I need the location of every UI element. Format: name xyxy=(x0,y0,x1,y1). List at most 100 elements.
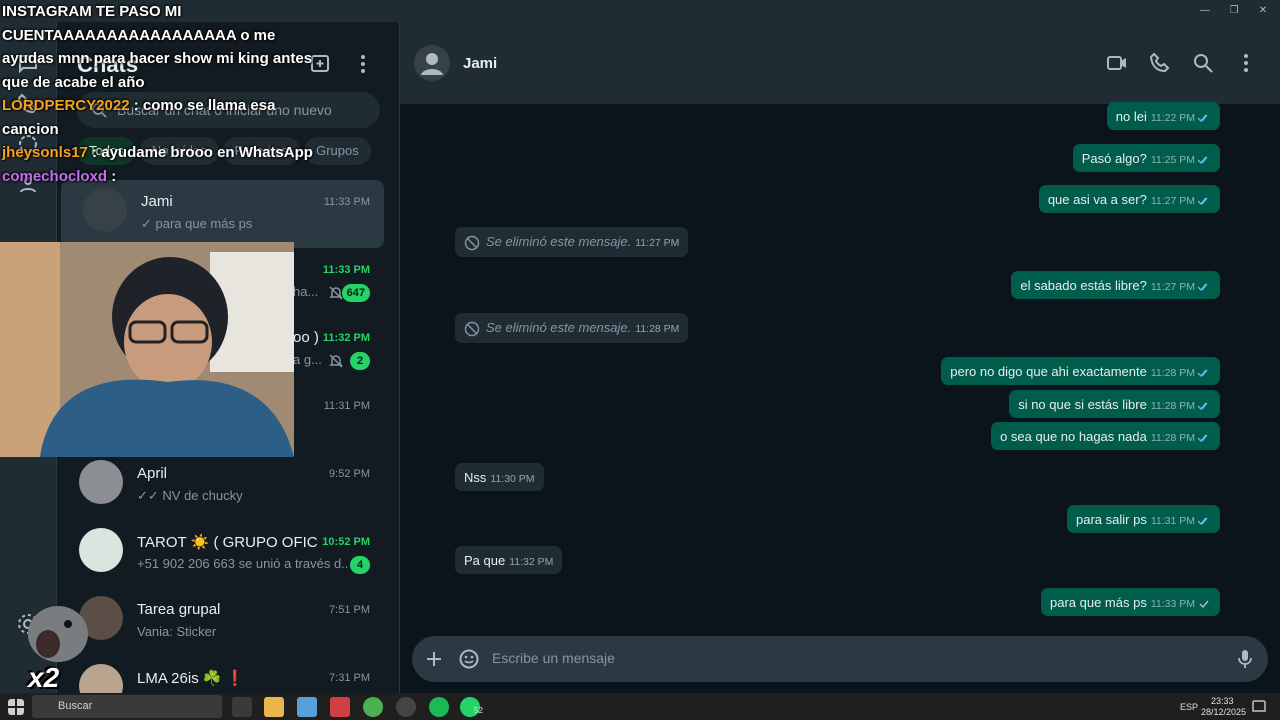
chat-row-lma[interactable]: LMA 26is ☘️ ❗ 7:31 PM xyxy=(57,656,400,693)
clock-date[interactable]: 28/12/2025 xyxy=(1201,707,1246,717)
conversation-menu-icon[interactable] xyxy=(1235,52,1257,74)
message-bubble[interactable]: Se eliminó este mensaje. 11:28 PM xyxy=(455,313,689,343)
windows-taskbar: Buscar 52 ESP 23:33 28/12/2025 xyxy=(0,693,1280,720)
chat-time: 9:52 PM xyxy=(329,468,370,480)
read-ticks-icon xyxy=(1197,197,1208,205)
contact-name[interactable]: Jami xyxy=(463,55,497,72)
overlay-username: comechocloxd xyxy=(2,167,108,185)
message-text: no lei xyxy=(1115,109,1147,124)
message-time: 11:31 PM xyxy=(1150,515,1195,527)
default-avatar-icon xyxy=(421,53,443,75)
overlay-message: comechocloxd : xyxy=(2,165,322,189)
menu-kebab-icon[interactable] xyxy=(351,52,375,76)
message-text: o sea que no hagas nada xyxy=(1000,429,1147,444)
message-bubble[interactable]: el sabado estás libre? 11:27 PM xyxy=(1011,271,1220,299)
message-composer[interactable]: Escribe un mensaje xyxy=(412,636,1268,682)
message-time: 11:27 PM xyxy=(635,237,680,249)
sticker-emoji-icon[interactable] xyxy=(458,648,480,670)
voice-call-icon[interactable] xyxy=(1149,52,1171,74)
chat-time: 10:52 PM xyxy=(322,536,370,548)
attach-plus-icon[interactable] xyxy=(424,649,444,669)
video-call-icon[interactable] xyxy=(1106,52,1128,74)
taskbar-search[interactable]: Buscar xyxy=(32,695,222,718)
file-explorer-icon[interactable] xyxy=(264,697,284,717)
chat-preview: Vania: Sticker xyxy=(137,624,217,639)
message-time: 11:28 PM xyxy=(1150,367,1195,379)
unread-badge: 647 xyxy=(341,284,370,302)
message-bubble[interactable]: o sea que no hagas nada 11:28 PM xyxy=(991,422,1220,450)
avatar xyxy=(79,460,123,504)
chat-preview: a g... xyxy=(293,352,322,367)
chat-row-april[interactable]: April 9:52 PM ✓✓ NV de chucky xyxy=(57,452,400,520)
windows-start-icon[interactable] xyxy=(8,699,24,715)
app-icon[interactable] xyxy=(330,697,350,717)
overlay-text: : xyxy=(107,167,117,185)
minimize-button[interactable]: — xyxy=(1190,2,1220,20)
message-input-placeholder[interactable]: Escribe un mensaje xyxy=(492,650,615,666)
chat-time: 11:32 PM xyxy=(322,332,370,344)
message-bubble[interactable]: si no que si estás libre 11:28 PM xyxy=(1009,390,1220,418)
spotify-icon[interactable] xyxy=(429,697,449,717)
overlay-message: LORDPERCY2022 : como se llama esa cancio… xyxy=(2,94,322,141)
read-ticks-icon xyxy=(1197,114,1208,122)
chat-name: LMA 26is ☘️ ❗ xyxy=(137,670,245,687)
message-bubble[interactable]: para salir ps 11:31 PM xyxy=(1067,505,1220,533)
chat-preview: ✓ para que más ps xyxy=(141,216,253,231)
emote-overlay: x2 xyxy=(14,600,90,696)
chat-row-tarot[interactable]: TAROT ☀️ ( GRUPO OFICI... 10:52 PM +51 9… xyxy=(57,520,400,588)
message-text: para salir ps xyxy=(1076,512,1147,527)
conversation-pane: Jami no lei 11:22 PM Pasó algo? 11:25 PM q… xyxy=(400,22,1280,693)
message-bubble[interactable]: Se eliminó este mensaje. 11:27 PM xyxy=(455,227,689,257)
chat-name: April xyxy=(137,465,168,482)
notifications-icon[interactable] xyxy=(1252,700,1266,714)
message-bubble[interactable]: para que más ps 11:33 PM xyxy=(1040,588,1220,616)
obs-icon[interactable] xyxy=(396,697,416,717)
overlay-message: INSTAGRAM TE PASO MI CUENTAAAAAAAAAAAAAA… xyxy=(2,0,322,94)
message-text: que asi va a ser? xyxy=(1047,192,1147,207)
message-bubble[interactable]: que asi va a ser? 11:27 PM xyxy=(1038,185,1220,213)
avatar xyxy=(83,188,127,232)
taskbar-search-label: Buscar xyxy=(58,700,93,712)
chat-time: 11:33 PM xyxy=(322,264,370,276)
search-messages-icon[interactable] xyxy=(1192,52,1214,74)
chat-preview: ha... xyxy=(293,284,319,299)
message-bubble[interactable]: pero no digo que ahi exactamente 11:28 PM xyxy=(941,357,1220,385)
message-time: 11:22 PM xyxy=(1150,112,1195,124)
message-text: Pasó algo? xyxy=(1081,151,1147,166)
task-view-icon[interactable] xyxy=(232,697,252,717)
message-text: para que más ps xyxy=(1049,595,1147,610)
maximize-button[interactable]: ❐ xyxy=(1219,2,1249,20)
chat-preview: +51 902 206 663 se unió a través d... xyxy=(137,556,347,571)
contact-avatar[interactable] xyxy=(414,45,450,81)
chat-name: Tarea grupal xyxy=(137,601,221,618)
deleted-icon xyxy=(464,321,480,336)
message-bubble[interactable]: Nss 11:30 PM xyxy=(455,463,544,491)
app-icon[interactable] xyxy=(297,697,317,717)
message-time: 11:27 PM xyxy=(1150,195,1195,207)
emote-multiplier: x2 xyxy=(28,662,60,693)
chrome-icon[interactable] xyxy=(363,697,383,717)
message-bubble[interactable]: Pasó algo? 11:25 PM xyxy=(1072,144,1220,172)
avatar xyxy=(79,528,123,572)
input-language[interactable]: ESP xyxy=(1180,702,1198,712)
chat-row-jami[interactable]: Jami 11:33 PM ✓ para que más ps xyxy=(61,180,384,248)
message-bubble[interactable]: Pa que 11:32 PM xyxy=(455,546,563,574)
message-bubble[interactable]: no lei 11:22 PM xyxy=(1106,102,1220,130)
deleted-icon xyxy=(464,235,480,250)
message-text: el sabado estás libre? xyxy=(1020,278,1147,293)
read-ticks-icon xyxy=(1197,434,1208,442)
webcam-feed xyxy=(0,242,294,457)
message-time: 11:33 PM xyxy=(1150,598,1195,610)
chat-time: 11:33 PM xyxy=(323,196,370,208)
message-time: 11:27 PM xyxy=(1150,281,1195,293)
overlay-username: LORDPERCY2022 xyxy=(2,97,130,114)
message-text: Se eliminó este mensaje. xyxy=(486,320,632,335)
close-window-button[interactable]: ✕ xyxy=(1248,2,1278,20)
webcam-image xyxy=(0,242,294,457)
read-ticks-icon xyxy=(1197,156,1208,164)
clock-time[interactable]: 23:33 xyxy=(1211,696,1234,706)
stream-chat-overlay: INSTAGRAM TE PASO MI CUENTAAAAAAAAAAAAAA… xyxy=(2,0,322,188)
whatsapp-taskbar-badge: 52 xyxy=(474,706,483,715)
microphone-icon[interactable] xyxy=(1236,648,1254,670)
chat-row-tarea-grupal[interactable]: Tarea grupal 7:51 PM Vania: Sticker xyxy=(57,588,400,656)
